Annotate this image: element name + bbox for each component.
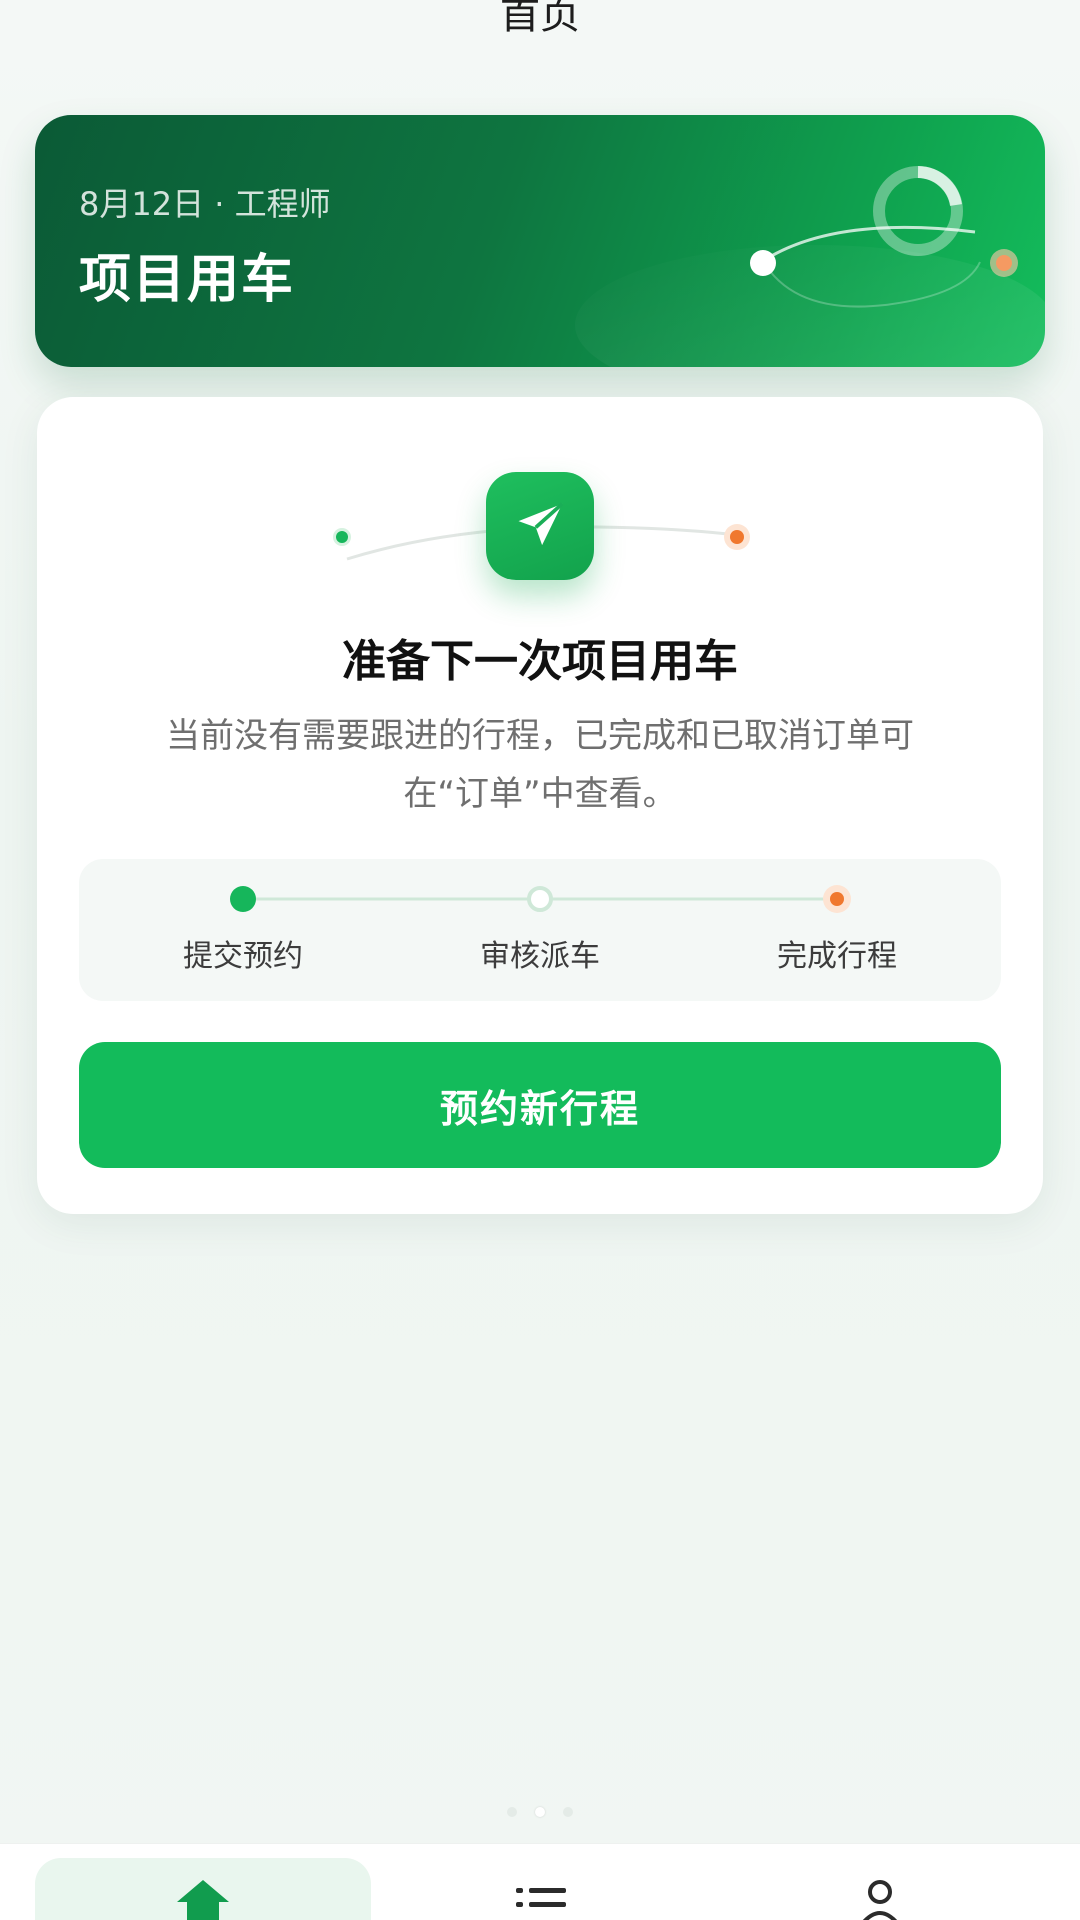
empty-state-card: 准备下一次项目用车 当前没有需要跟进的行程，已完成和已取消订单可在“订单”中查看… bbox=[37, 397, 1043, 1214]
page-dot-active bbox=[535, 1807, 545, 1817]
hero-title: 项目用车 bbox=[79, 250, 296, 310]
bottom-tab-bar bbox=[0, 1843, 1080, 1920]
step-dot-review bbox=[527, 886, 553, 912]
send-icon bbox=[518, 502, 564, 546]
booking-steps: 提交预约 审核派车 完成行程 bbox=[79, 859, 1001, 1001]
book-new-trip-button[interactable]: 预约新行程 bbox=[79, 1042, 1001, 1168]
tab-home[interactable] bbox=[35, 1858, 371, 1920]
tab-orders[interactable] bbox=[470, 1858, 610, 1920]
home-icon bbox=[177, 1880, 229, 1920]
steps-track bbox=[230, 885, 851, 913]
step-dot-complete bbox=[830, 892, 844, 906]
empty-state-description: 当前没有需要跟进的行程，已完成和已取消订单可在“订单”中查看。 bbox=[166, 716, 914, 814]
step-dot-submit bbox=[230, 886, 256, 912]
page-dot bbox=[507, 1807, 517, 1817]
user-icon bbox=[862, 1880, 898, 1920]
hero-date-role: 8月12日 · 工程师 bbox=[79, 185, 331, 223]
send-icon-badge bbox=[486, 472, 594, 580]
step-label-complete: 完成行程 bbox=[777, 939, 897, 974]
step-label-submit: 提交预约 bbox=[183, 939, 303, 974]
page-dot bbox=[563, 1807, 573, 1817]
list-icon bbox=[516, 1888, 566, 1907]
empty-state-heading: 准备下一次项目用车 bbox=[342, 636, 738, 687]
tab-profile[interactable] bbox=[810, 1858, 950, 1920]
page-title: 首页 bbox=[500, 0, 580, 38]
hero-banner: 8月12日 · 工程师 项目用车 bbox=[35, 115, 1045, 367]
home-page: 首页 8月12日 · 工程师 项目用车 准备下一次项目用车 当前没有需要跟进的行… bbox=[0, 0, 1080, 1920]
step-label-review: 审核派车 bbox=[480, 939, 600, 974]
page-indicator bbox=[0, 1807, 1080, 1817]
